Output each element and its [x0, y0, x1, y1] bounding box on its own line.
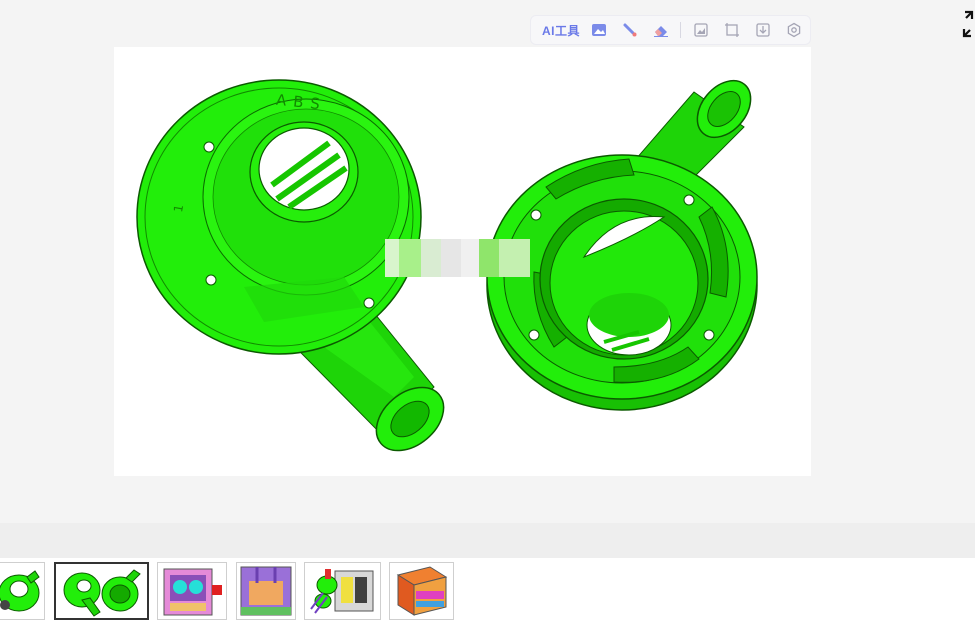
thumbnail-green-part-image — [0, 570, 40, 612]
ai-tools-button[interactable]: AI工具 — [539, 15, 583, 45]
fullscreen-button[interactable] — [961, 9, 975, 39]
image-viewer: ABS 1 AI工具 — [0, 0, 975, 523]
image-toolbar: AI工具 — [530, 15, 811, 45]
thumbnail-orange-mold-image — [396, 566, 448, 616]
crop-icon — [724, 23, 739, 37]
eraser-button[interactable] — [645, 15, 676, 45]
thumbnail-purple-mold-image — [240, 566, 292, 616]
viewer-divider-band — [0, 523, 975, 558]
ai-tools-label: AI工具 — [541, 23, 580, 38]
toolbar-divider — [680, 22, 681, 38]
image-icon — [591, 24, 606, 36]
settings-icon — [787, 22, 800, 38]
thumbnail-1[interactable] — [0, 562, 45, 620]
image-button[interactable] — [583, 15, 614, 45]
picture-edit-button[interactable] — [685, 15, 716, 45]
download-button[interactable] — [747, 15, 778, 45]
thumbnail-pink-mold-image — [163, 568, 222, 616]
thumbnail-6[interactable] — [389, 562, 454, 620]
thumbnail-5[interactable] — [304, 562, 381, 620]
download-icon — [755, 23, 770, 37]
brush-button[interactable] — [614, 15, 645, 45]
fullscreen-icon — [962, 10, 974, 38]
thumbnail-3[interactable] — [157, 562, 227, 620]
watermark-blur — [385, 239, 530, 277]
picture-edit-icon — [693, 23, 708, 37]
settings-button[interactable] — [778, 15, 809, 45]
thumbnail-4[interactable] — [236, 562, 296, 620]
thumbnail-green-pair-image — [63, 569, 141, 617]
brush-icon — [623, 23, 636, 37]
crop-button[interactable] — [716, 15, 747, 45]
eraser-icon — [653, 26, 668, 37]
thumbnail-mold-assembly-image — [310, 569, 374, 614]
thumbnail-2[interactable] — [54, 562, 149, 620]
